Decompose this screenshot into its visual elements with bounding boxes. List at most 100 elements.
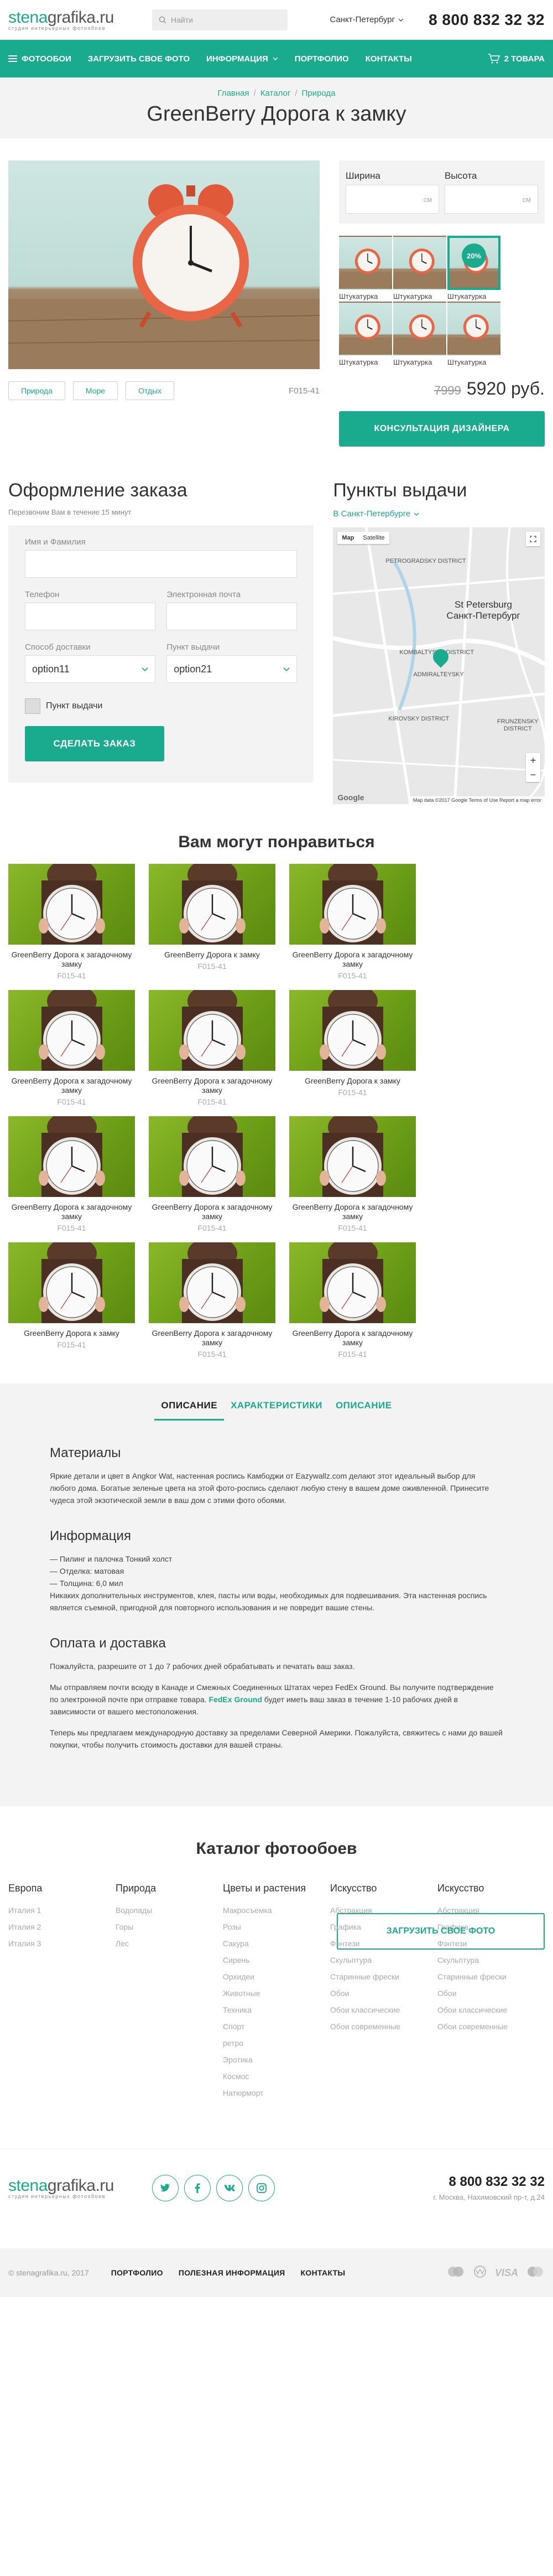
catalog-link[interactable]: ретро [223,2035,330,2051]
breadcrumb-home[interactable]: Главная [218,89,249,98]
product-card[interactable]: GreenBerry Дорога к загадочному замку F01… [289,864,416,980]
tag-sea[interactable]: Море [72,381,118,400]
catalog-link[interactable]: Водопады [116,1902,223,1919]
map-type-map[interactable]: Map [337,532,358,544]
catalog-link[interactable]: Обои классические [437,2002,545,2018]
search-input[interactable]: Найти [152,9,288,30]
tab-description-2[interactable]: Описание [329,1400,399,1421]
catalog-link[interactable]: Спорт [223,2018,330,2035]
product-card-image[interactable] [149,1242,275,1323]
product-card-image[interactable] [8,1242,135,1323]
header-phone[interactable]: 8 800 832 32 32 [429,11,545,29]
catalog-link[interactable]: Старинные фрески [330,1968,437,1985]
texture-thumb-image[interactable] [339,236,392,290]
product-card-image[interactable] [289,1242,416,1323]
catalog-link[interactable]: Обои классические [330,2002,437,2018]
product-card-image[interactable] [289,1116,416,1197]
product-main-image[interactable] [8,160,320,369]
map-type-satellite[interactable]: Satellite [358,532,389,544]
pickup-checkbox-row[interactable]: Пункт выдачи [25,698,297,714]
catalog-link[interactable]: Орхидеи [223,1968,330,1985]
texture-thumb[interactable]: Штукатурка [339,236,392,300]
catalog-link[interactable]: Обои [330,1985,437,2002]
tab-description[interactable]: Описание [154,1400,225,1421]
product-card-image[interactable] [8,864,135,945]
catalog-link[interactable]: Животные [223,1985,330,2002]
texture-thumb[interactable]: Штукатурка [447,302,500,366]
pickup-city-selector[interactable]: В Санкт-Петербурге [333,509,545,519]
texture-thumb-image[interactable] [339,302,392,356]
phone-field[interactable] [25,603,156,630]
nav-item-wallpapers[interactable]: Фотообои [8,54,71,64]
tag-rest[interactable]: Отдых [126,381,175,400]
product-card[interactable]: GreenBerry Дорога к загадочному замку F01… [149,990,275,1106]
catalog-link[interactable]: Италия 1 [8,1902,116,1919]
nav-item-portfolio[interactable]: Портфолио [295,54,349,64]
product-card-image[interactable] [8,990,135,1071]
product-card[interactable]: GreenBerry Дорога к загадочному замку F01… [289,1242,416,1359]
product-card-image[interactable] [149,990,275,1071]
texture-thumb[interactable]: Штукатурка [393,302,446,366]
zoom-out-icon[interactable]: − [526,768,540,782]
catalog-link[interactable]: Старинные фрески [437,1968,545,1985]
catalog-link[interactable]: Космос [223,2068,330,2085]
height-input[interactable]: см [445,185,538,214]
tag-nature[interactable]: Природа [8,381,65,400]
breadcrumb-catalog[interactable]: Каталог [260,89,291,98]
catalog-column-head[interactable]: Искусство [437,1883,545,1894]
email-field[interactable] [166,603,298,630]
product-card[interactable]: GreenBerry Дорога к загадочному замку F01… [289,1116,416,1232]
catalog-link[interactable]: Розы [223,1919,330,1935]
footer-link-contacts[interactable]: Контакты [301,2268,346,2277]
breadcrumb-nature[interactable]: Природа [302,89,336,98]
product-card-image[interactable] [149,864,275,945]
name-field[interactable] [25,550,298,578]
pickup-point-select[interactable]: option21 [166,655,298,683]
catalog-link[interactable]: Скульптура [330,1952,437,1968]
catalog-link[interactable]: Горы [116,1919,223,1935]
catalog-link[interactable]: Лес [116,1935,223,1952]
delivery-select[interactable]: option11 [25,655,156,683]
footer-logo[interactable]: stenagrafika.ru студия интерьерных фотоо… [8,2176,135,2199]
instagram-icon[interactable] [248,2174,275,2201]
catalog-link[interactable]: Обои [437,1985,545,2002]
nav-item-contacts[interactable]: Контакты [366,54,412,64]
twitter-icon[interactable] [152,2174,179,2201]
catalog-link[interactable]: Скульптура [437,1952,545,1968]
nav-item-upload[interactable]: Загрузить свое фото [88,54,190,64]
city-selector[interactable]: Санкт-Петербург [330,15,404,24]
product-card[interactable]: GreenBerry Дорога к загадочному замку F01… [8,990,135,1106]
product-card[interactable]: GreenBerry Дорога к загадочному замку F01… [8,864,135,980]
texture-thumb[interactable]: 20% Штукатурка [447,236,500,300]
nav-item-info[interactable]: Информация [206,54,278,64]
vk-icon[interactable] [216,2174,243,2201]
product-card-image[interactable] [8,1116,135,1197]
product-card[interactable]: GreenBerry Дорога к замку F015-41 [149,864,275,980]
catalog-link[interactable]: Италия 2 [8,1919,116,1935]
catalog-link[interactable]: Техника [223,2002,330,2018]
product-card[interactable]: GreenBerry Дорога к загадочному замку F01… [149,1242,275,1359]
catalog-link[interactable]: Обои современные [330,2018,437,2035]
texture-thumb[interactable]: Штукатурка [339,302,392,366]
catalog-link[interactable]: Эротика [223,2051,330,2068]
texture-thumb[interactable]: Штукатурка [393,236,446,300]
catalog-column-head[interactable]: Природа [116,1883,223,1894]
footer-phone[interactable]: 8 800 832 32 32 [449,2174,545,2189]
texture-thumb-image[interactable]: 20% [447,236,500,290]
site-logo[interactable]: stenagrafika.ru студия интерьерных фотоо… [8,8,135,31]
texture-thumb-image[interactable] [393,302,446,356]
catalog-column-head[interactable]: Цветы и растения [223,1883,330,1894]
facebook-icon[interactable] [184,2174,211,2201]
fullscreen-icon[interactable] [526,532,540,546]
catalog-link[interactable]: Сакура [223,1935,330,1952]
zoom-in-icon[interactable]: + [526,753,540,768]
product-card-image[interactable] [149,1116,275,1197]
catalog-link[interactable]: Сирень [223,1952,330,1968]
submit-order-button[interactable]: Сделать заказ [25,726,164,761]
consult-designer-button[interactable]: Консультация дизайнера [339,411,545,447]
product-card-image[interactable] [289,864,416,945]
catalog-column-head[interactable]: Европа [8,1883,116,1894]
catalog-link[interactable]: Италия 3 [8,1935,116,1952]
tab-characteristics[interactable]: Характеристики [224,1400,329,1421]
product-card[interactable]: GreenBerry Дорога к замку F015-41 [8,1242,135,1359]
